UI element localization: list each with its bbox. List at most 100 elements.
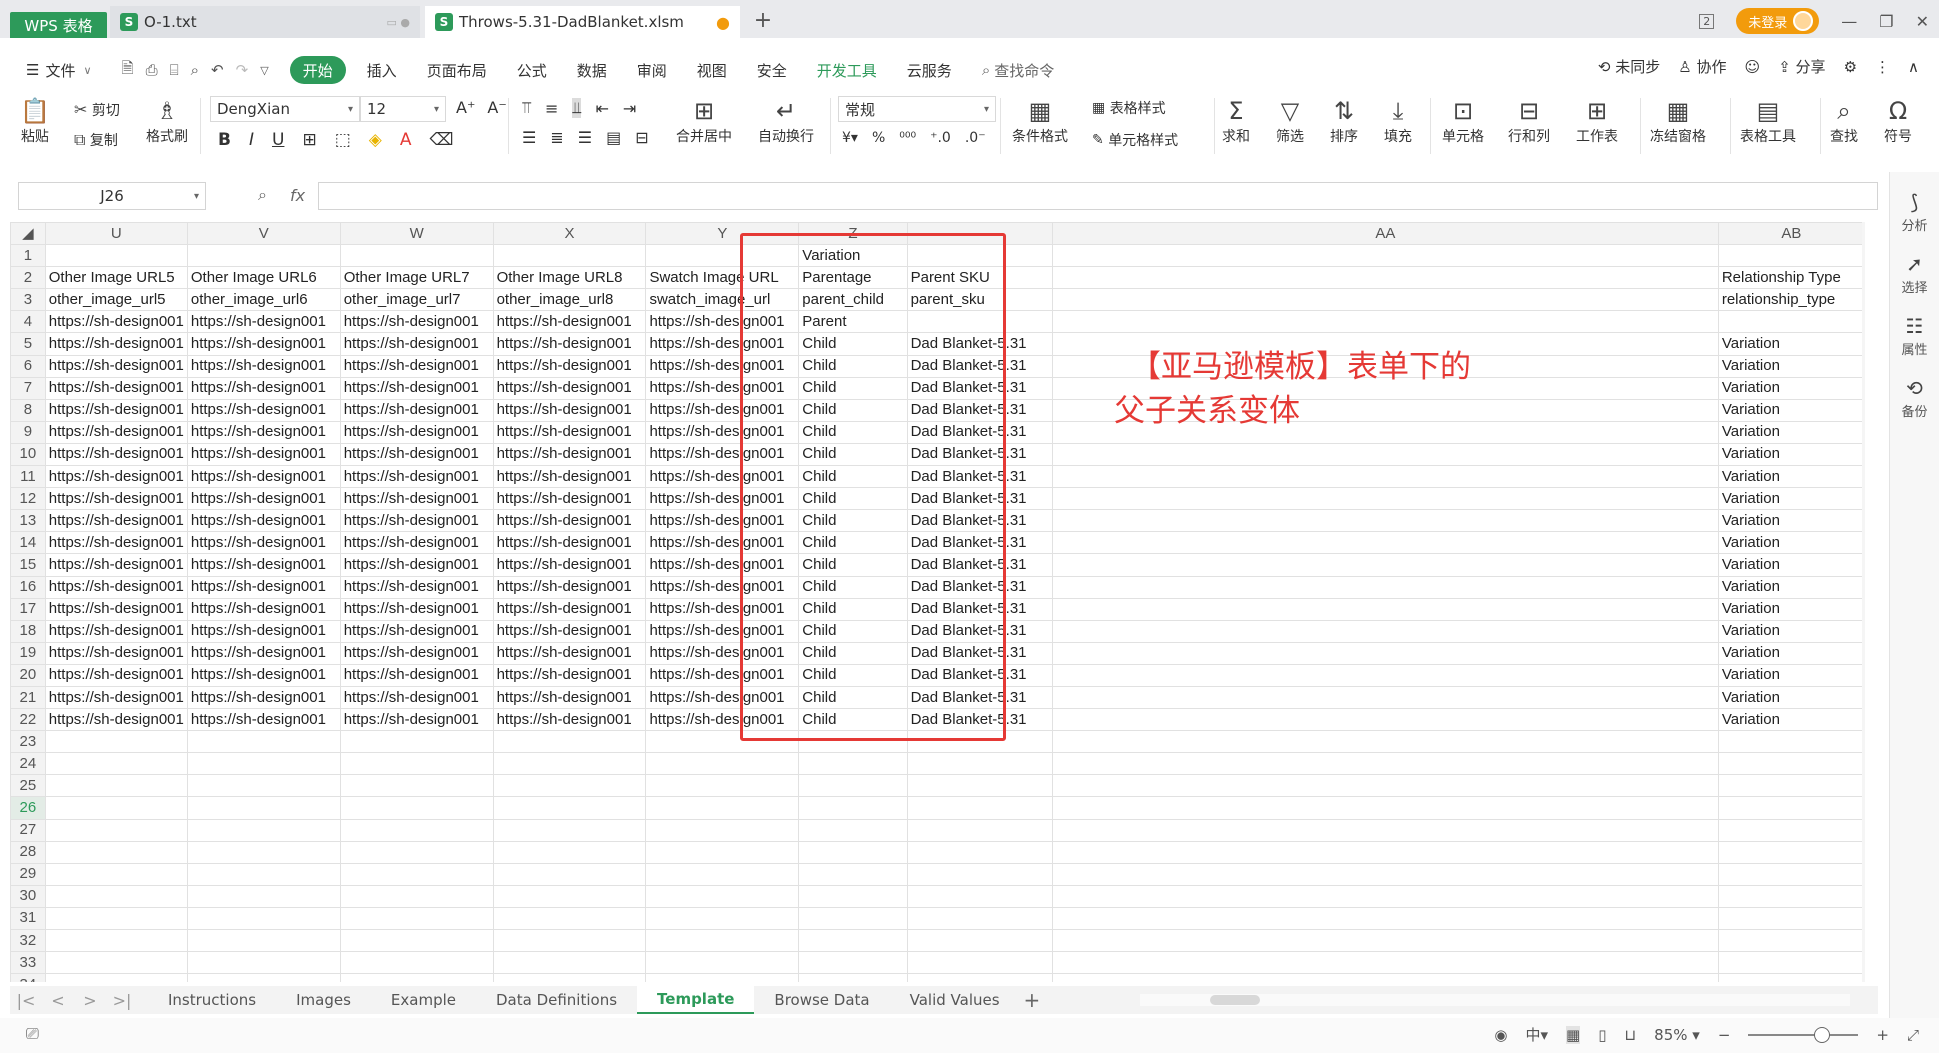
cell-aa[interactable] <box>1052 730 1719 754</box>
cell-hidden[interactable]: Dad Blanket-5.31 <box>906 708 1054 732</box>
cell-u[interactable] <box>44 906 188 931</box>
cell-ab[interactable]: Variation <box>1717 685 1865 710</box>
cell-z[interactable]: Child <box>798 376 908 400</box>
fill-style-icon[interactable]: ⬚ <box>335 130 351 150</box>
cell-x[interactable]: https://sh-design001 <box>492 663 647 687</box>
cell-y[interactable]: https://sh-design001 <box>645 509 800 533</box>
print-icon[interactable]: ⌸ <box>170 61 179 79</box>
menu-security[interactable]: 安全 <box>742 56 802 84</box>
file-menu[interactable]: ☰ 文件 ∨ <box>0 56 107 84</box>
comment-icon[interactable]: ☺ <box>1745 58 1761 76</box>
settings-icon[interactable]: ⚙ <box>1844 58 1857 76</box>
row-header[interactable]: 27 <box>10 818 46 842</box>
row-header[interactable]: 20 <box>10 663 46 687</box>
cell-hidden[interactable] <box>906 906 1054 931</box>
cell-hidden[interactable] <box>906 244 1054 268</box>
worksheet-button[interactable]: ⊞ 工作表 <box>1576 96 1618 146</box>
cell-u[interactable]: https://sh-design001 <box>44 619 188 643</box>
sum-button[interactable]: Σ 求和 <box>1222 96 1250 146</box>
number-format-select[interactable]: 常规 ▾ <box>838 96 996 122</box>
eye-protect-icon[interactable]: ◉ <box>1494 1026 1507 1044</box>
cell-x[interactable] <box>492 884 647 908</box>
cell-ab[interactable]: relationship_type <box>1717 288 1865 312</box>
first-sheet-icon[interactable]: |< <box>10 991 42 1010</box>
cell-x[interactable]: https://sh-design001 <box>492 708 647 732</box>
cell-y[interactable]: https://sh-design001 <box>645 663 800 687</box>
cell-z[interactable]: Child <box>798 398 908 422</box>
cell-y[interactable] <box>645 244 800 268</box>
name-box[interactable]: J26 ▾ <box>18 182 206 210</box>
indent-decrease-icon[interactable]: ⇤ <box>595 99 608 118</box>
cell-hidden[interactable] <box>906 752 1054 776</box>
row-header[interactable]: 4 <box>10 310 46 334</box>
font-name-select[interactable]: DengXian ▾ <box>210 96 360 122</box>
cell-y[interactable]: https://sh-design001 <box>645 597 800 621</box>
cell-ab[interactable] <box>1717 796 1865 820</box>
copy-button[interactable]: ⧉ 复制 <box>74 130 118 150</box>
cell-u[interactable] <box>44 951 188 975</box>
cell-ab[interactable] <box>1717 818 1865 842</box>
cell-w[interactable]: https://sh-design001 <box>339 354 494 378</box>
cell-z[interactable]: Child <box>798 708 908 732</box>
cell-v[interactable]: https://sh-design001 <box>186 597 341 621</box>
row-header[interactable]: 30 <box>10 884 46 908</box>
cell-z[interactable]: Parentage <box>798 266 908 290</box>
cell-z[interactable] <box>798 774 908 798</box>
indent-increase-icon[interactable]: ⇥ <box>623 99 636 118</box>
fill-color-icon[interactable]: ◈ <box>369 130 382 150</box>
cell-x[interactable] <box>492 774 647 798</box>
cell-style-button[interactable]: ✎ 单元格样式 <box>1092 130 1178 150</box>
cell-v[interactable] <box>186 928 341 953</box>
cell-ab[interactable] <box>1717 774 1865 798</box>
cell-w[interactable]: https://sh-design001 <box>339 332 494 356</box>
properties-button[interactable]: ☷ 属性 <box>1890 316 1939 358</box>
cell-hidden[interactable]: Dad Blanket-5.31 <box>906 398 1054 422</box>
chevron-down-icon[interactable]: ▽ <box>260 64 268 77</box>
row-header[interactable]: 8 <box>10 398 46 422</box>
cell-v[interactable]: https://sh-design001 <box>186 641 341 665</box>
cell-x[interactable]: https://sh-design001 <box>492 487 647 511</box>
cell-x[interactable]: https://sh-design001 <box>492 685 647 710</box>
cell-z[interactable]: Child <box>798 597 908 621</box>
cell-y[interactable] <box>645 730 800 754</box>
cell-y[interactable] <box>645 973 800 982</box>
column-header-y[interactable]: Y <box>645 222 800 246</box>
cell-z[interactable]: Child <box>798 420 908 444</box>
cell-v[interactable]: https://sh-design001 <box>186 708 341 732</box>
zoom-slider[interactable] <box>1748 1026 1859 1043</box>
cell-aa[interactable] <box>1052 708 1719 732</box>
select-button[interactable]: ➚ 选择 <box>1890 254 1939 296</box>
cell-z[interactable] <box>798 730 908 754</box>
cell-x[interactable] <box>492 951 647 975</box>
cell-y[interactable] <box>645 818 800 842</box>
cell-x[interactable]: https://sh-design001 <box>492 575 647 599</box>
cell-y[interactable]: https://sh-design001 <box>645 487 800 511</box>
column-header-hidden[interactable] <box>906 222 1054 246</box>
row-header[interactable]: 2 <box>10 266 46 290</box>
cell-ab[interactable]: Variation <box>1717 553 1865 577</box>
column-header-aa[interactable]: AA <box>1052 222 1719 246</box>
cell-hidden[interactable]: Dad Blanket-5.31 <box>906 531 1054 555</box>
row-header[interactable]: 3 <box>10 288 46 312</box>
italic-icon[interactable]: I <box>249 130 254 150</box>
cell-w[interactable]: https://sh-design001 <box>339 708 494 732</box>
cell-u[interactable] <box>44 862 188 886</box>
cell-x[interactable] <box>492 906 647 931</box>
column-header-ab[interactable]: AB <box>1717 222 1865 246</box>
scroll-thumb[interactable] <box>1210 995 1260 1005</box>
cell-hidden[interactable]: Dad Blanket-5.31 <box>906 619 1054 643</box>
cell-hidden[interactable]: Dad Blanket-5.31 <box>906 663 1054 687</box>
window-count-icon[interactable]: 2 <box>1699 13 1715 29</box>
menu-insert[interactable]: 插入 <box>352 56 412 84</box>
cell-z[interactable]: Child <box>798 442 908 467</box>
percent-icon[interactable]: % <box>872 130 885 146</box>
cell-u[interactable] <box>44 752 188 776</box>
cell-x[interactable] <box>492 752 647 776</box>
cell-z[interactable]: Variation <box>798 244 908 268</box>
column-header-x[interactable]: X <box>492 222 647 246</box>
cell-z[interactable] <box>798 906 908 931</box>
cell-u[interactable] <box>44 818 188 842</box>
cell-v[interactable]: https://sh-design001 <box>186 487 341 511</box>
menu-view[interactable]: 视图 <box>682 56 742 84</box>
cell-y[interactable]: https://sh-design001 <box>645 708 800 732</box>
